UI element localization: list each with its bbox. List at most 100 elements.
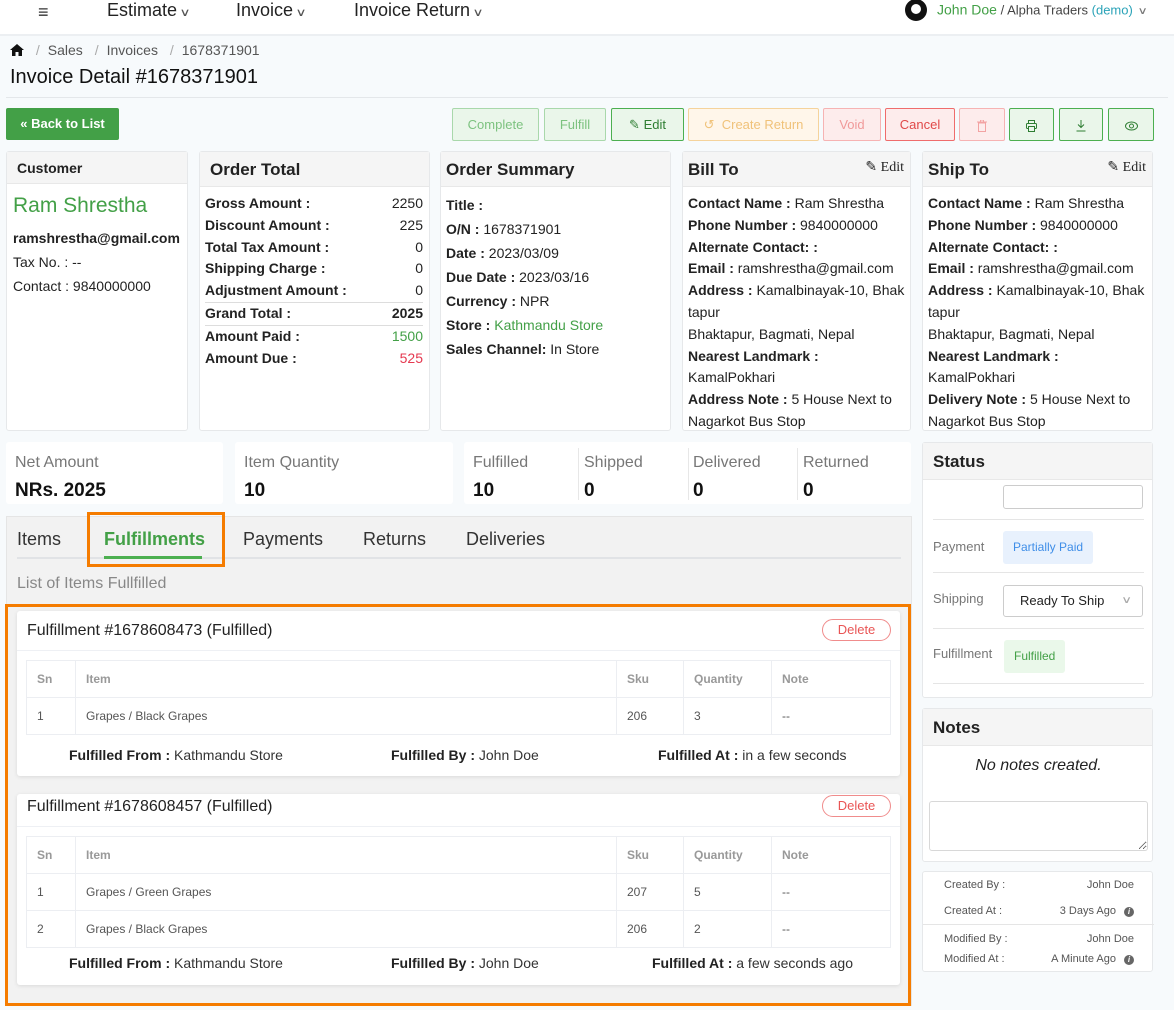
net-amount-stat: Net Amount NRs. 2025 xyxy=(6,442,223,504)
home-icon[interactable] xyxy=(10,44,24,56)
date-field: Date : 2023/03/09 xyxy=(446,241,665,265)
field-value: 1678371901 xyxy=(483,221,562,237)
field-label: Sales Channel: xyxy=(446,341,547,357)
stat-value: NRs. 2025 xyxy=(15,480,106,501)
page-title: Invoice Detail #1678371901 xyxy=(10,66,258,88)
alternate-contact-field: Alternate Contact: : xyxy=(688,237,905,259)
field-label: Phone Number : xyxy=(928,216,1037,233)
edit-bill-to-link[interactable]: ✎ Edit xyxy=(865,150,904,185)
field-label: Gross Amount : xyxy=(205,195,311,211)
demo-badge: (demo) xyxy=(1091,2,1133,18)
stat-label: Returned xyxy=(803,454,869,471)
field-label: Address Note : xyxy=(688,391,788,408)
download-button[interactable] xyxy=(1059,108,1103,141)
field-value: 2250 xyxy=(391,195,423,211)
field-value: 2023/03/16 xyxy=(519,269,590,285)
preview-button[interactable] xyxy=(1108,108,1154,141)
void-button[interactable]: Void xyxy=(823,108,881,141)
ship-to-card: Ship To ✎ Edit Contact Name : Ram Shresth… xyxy=(922,151,1153,431)
tab-deliveries[interactable]: Deliveries xyxy=(466,529,545,550)
field-label: Discount Amount : xyxy=(205,216,330,233)
tab-returns[interactable]: Returns xyxy=(363,529,426,550)
info-icon[interactable]: i xyxy=(1124,907,1134,917)
field-label: Created By : xyxy=(944,879,1006,891)
store-link[interactable]: Kathmandu Store xyxy=(494,317,603,333)
top-navbar: ≡ Estimate ∨ Invoice ∨ Invoice Return ∨ Joh… xyxy=(0,0,1174,36)
tab-items[interactable]: Items xyxy=(17,529,61,550)
edit-ship-to-link[interactable]: ✎ Edit xyxy=(1107,150,1146,185)
add-note-textarea[interactable] xyxy=(929,801,1148,851)
delivery-note-field: Delivery Note : 5 House Next to Nagarkot… xyxy=(928,389,1147,433)
cancel-button[interactable]: Cancel xyxy=(885,108,955,141)
print-button[interactable] xyxy=(1009,108,1054,141)
field-value: KamalPokhari xyxy=(688,369,776,386)
status-select[interactable] xyxy=(1003,485,1143,509)
card-header: Notes xyxy=(923,709,1152,746)
grand-total-row: Grand Total : 2025 xyxy=(205,301,423,326)
card-header: Ship To ✎ Edit xyxy=(923,152,1152,187)
record-meta-card: Created By : John Doe Created At : 3 Days … xyxy=(922,871,1154,972)
field-value: 9840000000 xyxy=(1040,216,1118,233)
tax-amount-row: Total Tax Amount : 0 xyxy=(205,237,423,259)
stat-label: Item Quantity xyxy=(244,454,340,471)
chevron-down-icon: ∨ xyxy=(1137,6,1148,18)
info-icon[interactable]: i xyxy=(1124,955,1134,965)
phone-field: Phone Number : 9840000000 xyxy=(928,215,1147,237)
status-card: Status Payment Partially Paid Shipping R… xyxy=(922,442,1153,698)
shipping-charge-row: Shipping Charge : 0 xyxy=(205,258,423,280)
highlight-box-tab xyxy=(87,512,225,567)
field-value: 1500 xyxy=(391,327,423,344)
order-summary-card: Order Summary Title : O/N : 1678371901 D… xyxy=(440,151,671,431)
printer-icon xyxy=(1026,119,1037,132)
nav-invoice-return[interactable]: Invoice Return ∨ xyxy=(354,0,484,23)
list-caption: List of Items Fullfilled xyxy=(17,575,167,592)
store-field: Store : Kathmandu Store xyxy=(446,313,665,337)
adjustment-amount-row: Adjustment Amount : 0 xyxy=(205,280,423,302)
card-header: Bill To ✎ Edit xyxy=(683,152,910,187)
address-field: Address : Kamalbinayak-10, Bhaktapur xyxy=(928,280,1147,324)
card-title: Ship To xyxy=(928,160,990,179)
email-field: Email : ramshrestha@gmail.com xyxy=(688,258,905,280)
delete-button[interactable] xyxy=(959,108,1005,141)
amount-due-row: Amount Due : 525 xyxy=(205,348,423,370)
breadcrumb: / Sales / Invoices / 1678371901 xyxy=(10,42,260,58)
field-label: Address : xyxy=(688,282,753,299)
field-value: 2023/03/09 xyxy=(488,245,559,261)
nav-estimate[interactable]: Estimate ∨ xyxy=(107,0,191,23)
breadcrumb-separator: / xyxy=(169,42,174,58)
modified-at-row: Modified At : A Minute Ago i xyxy=(944,953,1134,965)
user-menu[interactable]: John Doe / Alpha Traders (demo) ∨ xyxy=(905,0,1148,22)
nav-invoice[interactable]: Invoice ∨ xyxy=(236,0,307,23)
complete-button[interactable]: Complete xyxy=(452,108,539,141)
back-to-list-button[interactable]: « Back to List xyxy=(6,108,119,140)
stat-label: Delivered xyxy=(693,454,761,471)
field-value: ramshrestha@gmail.com xyxy=(737,260,894,277)
breadcrumb-sales[interactable]: Sales xyxy=(48,42,83,58)
landmark-field: Nearest Landmark : KamalPokhari xyxy=(928,346,1147,390)
order-number-field: O/N : 1678371901 xyxy=(446,217,665,241)
created-by-row: Created By : John Doe xyxy=(944,879,1134,891)
field-label: Title : xyxy=(446,197,484,213)
field-label: Nearest Landmark : xyxy=(688,347,819,364)
fulfillment-stats: Fulfilled 10 Shipped 0 Delivered 0 Retur… xyxy=(464,442,911,504)
breadcrumb-separator: / xyxy=(35,42,40,58)
field-label: Shipping Charge : xyxy=(205,260,326,277)
field-label: Contact : xyxy=(13,278,70,294)
order-total-card: Order Total Gross Amount :2250 Discount … xyxy=(199,151,430,431)
breadcrumb-invoices[interactable]: Invoices xyxy=(107,42,158,58)
shipping-status-select[interactable]: Ready To Ship ∨ xyxy=(1003,585,1143,617)
tab-payments[interactable]: Payments xyxy=(243,529,323,550)
contact-name-field: Contact Name : Ram Shrestha xyxy=(688,193,905,215)
fulfill-button[interactable]: Fulfill xyxy=(544,108,606,141)
link-label: Edit xyxy=(880,160,904,175)
breadcrumb-current: 1678371901 xyxy=(181,42,260,58)
create-return-button[interactable]: ↺ Create Return xyxy=(688,108,819,141)
button-label: Edit xyxy=(643,117,666,132)
menu-icon[interactable]: ≡ xyxy=(38,2,49,23)
field-value: 0 xyxy=(415,260,423,277)
edit-button[interactable]: ✎ Edit xyxy=(611,108,684,141)
double-chevron-left-icon: « xyxy=(20,116,28,131)
notes-card: Notes No notes created. xyxy=(922,708,1153,862)
customer-name[interactable]: Ram Shrestha xyxy=(13,194,181,218)
stat-value: 0 xyxy=(693,480,704,501)
